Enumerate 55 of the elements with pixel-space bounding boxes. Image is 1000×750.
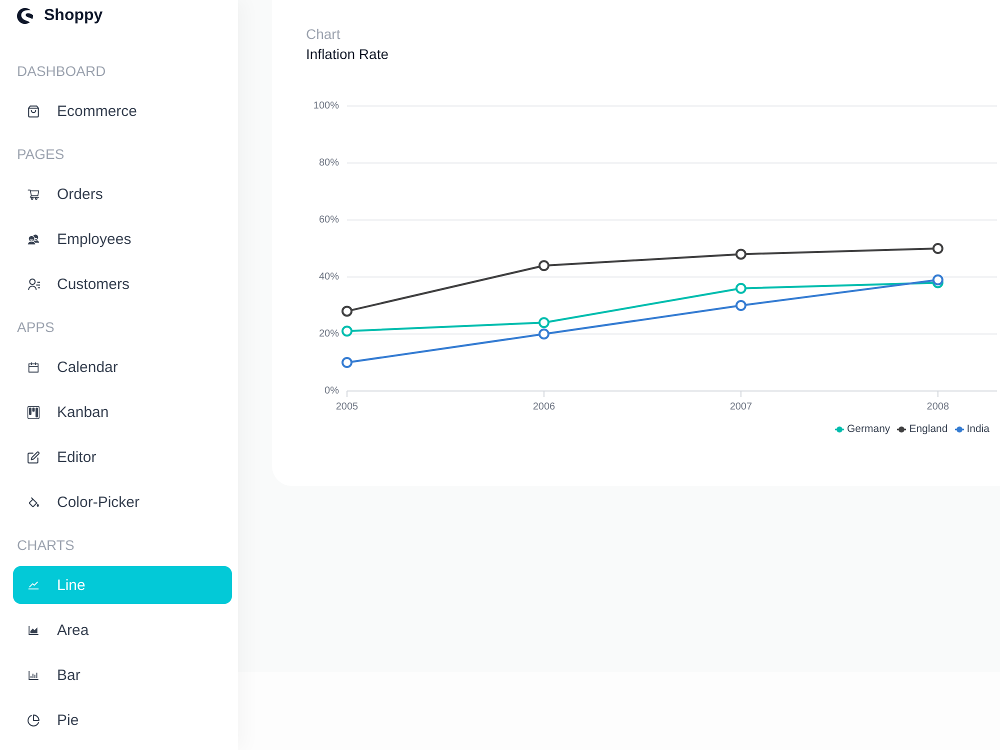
chart-title: Inflation Rate — [306, 45, 388, 64]
y-axis-label: 80% — [318, 158, 339, 169]
logo-icon — [17, 8, 33, 24]
data-point — [342, 326, 352, 337]
data-point — [735, 248, 746, 260]
edit-icon — [27, 450, 40, 464]
sidebar-item[interactable]: Kanban — [13, 393, 232, 431]
sidebar-item[interactable]: Pie — [13, 701, 232, 739]
y-axis-label: 40% — [318, 272, 339, 283]
sidebar-item[interactable]: Customers — [13, 265, 232, 303]
data-point — [932, 243, 944, 254]
sidebar-item[interactable]: Orders — [13, 175, 232, 213]
data-point — [735, 300, 746, 311]
x-axis-label: 2008 — [926, 402, 950, 413]
logo-link[interactable]: Shoppy — [17, 0, 103, 32]
section-heading: DASHBOARD — [17, 62, 106, 81]
data-point — [342, 306, 352, 317]
data-point — [342, 357, 352, 368]
sidebar-item[interactable]: Area — [13, 611, 232, 649]
legend-item[interactable]: Germany — [835, 423, 890, 435]
kanban-board-icon — [27, 406, 40, 418]
shopping-bag-icon — [27, 104, 40, 118]
x-axis-label: 2005 — [336, 402, 358, 413]
cart-icon — [27, 188, 40, 200]
sidebar-item[interactable]: Ecommerce — [13, 92, 232, 130]
legend-item[interactable]: England — [897, 423, 948, 435]
line-chart-icon — [27, 578, 40, 592]
x-axis-label: 2007 — [730, 402, 752, 413]
sidebar-item[interactable]: Calendar — [13, 348, 232, 386]
area-chart-icon — [27, 624, 40, 636]
y-axis-label: 60% — [318, 214, 339, 226]
sidebar-item[interactable]: Employees — [13, 220, 232, 258]
people-icon — [27, 232, 40, 246]
bar-chart-icon — [27, 668, 40, 682]
section-heading: PAGES — [17, 145, 64, 164]
x-axis-label: 2006 — [532, 402, 556, 413]
y-axis-label: 100% — [313, 100, 339, 112]
data-point — [538, 328, 550, 340]
sidebar-item[interactable]: Editor — [13, 438, 232, 476]
sidebar-item[interactable]: Color-Picker — [13, 483, 232, 521]
calendar-icon — [27, 360, 40, 374]
section-heading: APPS — [17, 318, 54, 337]
section-heading: CHARTS — [17, 536, 74, 555]
paint-bucket-icon — [27, 496, 40, 508]
y-axis-label: 20% — [318, 328, 339, 340]
pie-chart-icon — [27, 714, 40, 726]
contacts-icon — [27, 278, 40, 290]
legend-item[interactable]: India — [954, 423, 990, 435]
data-point — [932, 274, 944, 286]
data-point — [735, 282, 746, 294]
data-point — [538, 317, 550, 328]
y-axis-label: 0% — [324, 386, 339, 397]
data-point — [538, 260, 550, 272]
sidebar-item[interactable]: Bar — [13, 656, 232, 694]
chart-category: Chart — [306, 25, 340, 44]
